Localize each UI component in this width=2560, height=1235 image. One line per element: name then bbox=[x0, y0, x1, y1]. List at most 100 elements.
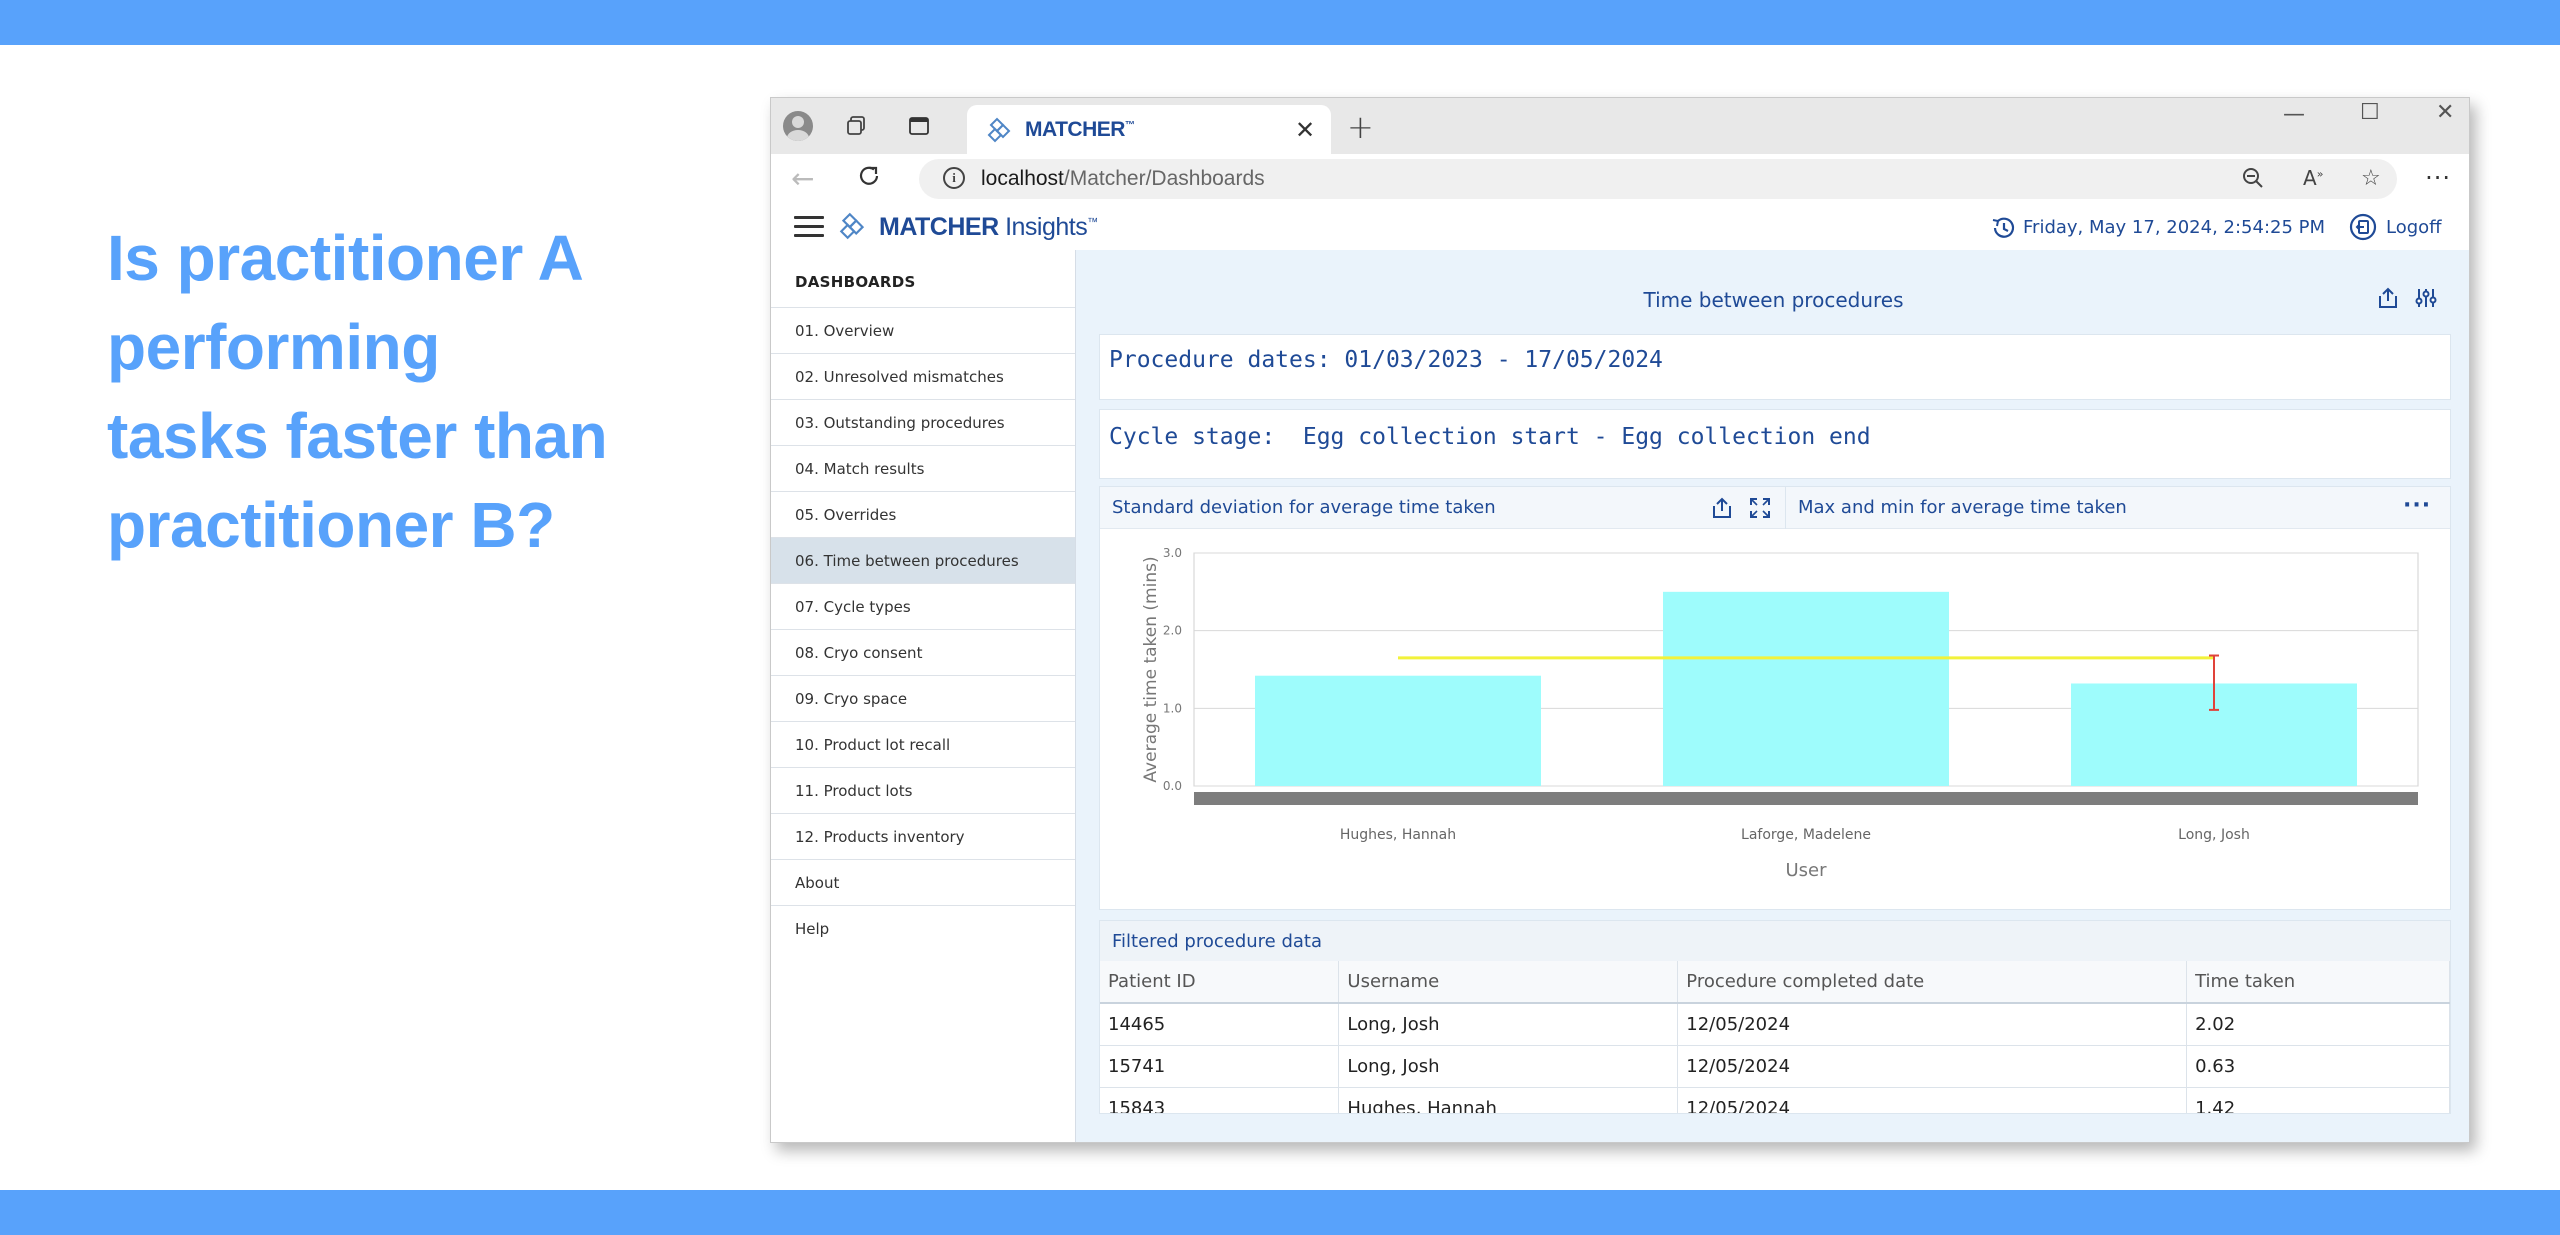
filtered-data-title: Filtered procedure data bbox=[1112, 931, 1322, 952]
cell-time-taken: 0.63 bbox=[2186, 1045, 2450, 1088]
sidebar-list: 01. Overview 02. Unresolved mismatches 0… bbox=[771, 307, 1075, 951]
address-bar-row: ← i localhost/Matcher/Dashboards A» ☆ ··… bbox=[771, 154, 2469, 204]
sidebar-item-cycle-types[interactable]: 07. Cycle types bbox=[771, 583, 1075, 629]
site-info-icon[interactable]: i bbox=[943, 167, 965, 189]
column-header-time-taken[interactable]: Time taken bbox=[2186, 961, 2450, 1004]
sidebar-item-product-lot-recall[interactable]: 10. Product lot recall bbox=[771, 721, 1075, 767]
table-row[interactable]: 14465 Long, Josh 12/05/2024 2.02 bbox=[1100, 1003, 2450, 1046]
sidebar-item-outstanding-procedures[interactable]: 03. Outstanding procedures bbox=[771, 399, 1075, 445]
cell-patient-id: 14465 bbox=[1100, 1003, 1340, 1046]
cell-patient-id: 15843 bbox=[1100, 1087, 1340, 1113]
sidebar-item-product-lots[interactable]: 11. Product lots bbox=[771, 767, 1075, 813]
x-tick-label: Hughes, Hannah bbox=[1340, 827, 1456, 843]
x-tick-label: Laforge, Madelene bbox=[1741, 827, 1871, 843]
cell-username: Long, Josh bbox=[1338, 1003, 1679, 1046]
procedure-dates-text: Procedure dates: 01/03/2023 - 17/05/2024 bbox=[1109, 347, 1663, 373]
bottom-color-band bbox=[0, 1190, 2560, 1235]
logoff-link[interactable]: Logoff bbox=[2386, 217, 2442, 238]
procedure-data-table: Patient ID Username Procedure completed … bbox=[1100, 961, 2450, 1113]
close-window-icon[interactable]: ✕ bbox=[2436, 100, 2454, 125]
app-brand: MATCHER Insights™ bbox=[879, 213, 1098, 241]
table-row[interactable]: 15843 Hughes, Hannah 12/05/2024 1.42 bbox=[1100, 1087, 2450, 1113]
sidebar-heading: DASHBOARDS bbox=[795, 273, 916, 291]
sidebar-item-help[interactable]: Help bbox=[771, 905, 1075, 951]
matcher-insights-logo-icon bbox=[839, 212, 865, 240]
headline-line: tasks faster than bbox=[107, 400, 608, 472]
browser-menu-icon[interactable]: ··· bbox=[2425, 164, 2451, 192]
logoff-icon[interactable] bbox=[2348, 212, 2378, 242]
dashboard-title: Time between procedures bbox=[1643, 288, 1904, 312]
chart-card: Standard deviation for average time take… bbox=[1099, 486, 2451, 910]
bar-chart: 0.0 1.0 2.0 3.0Average time taken (mins) Hug… bbox=[1141, 546, 2419, 881]
cycle-stage-text: Cycle stage: Egg collection start - Egg … bbox=[1109, 424, 1871, 450]
tab-bar: MATCHER™ ✕ + — ☐ ✕ bbox=[771, 98, 2469, 154]
y-tick-label: 2.0 bbox=[1163, 624, 1182, 638]
y-tick-label: 0.0 bbox=[1163, 779, 1182, 793]
new-tab-icon[interactable]: + bbox=[1347, 108, 1374, 146]
app-header: MATCHER Insights™ Friday, May 17, 2024, … bbox=[771, 204, 2469, 250]
workspaces-icon[interactable] bbox=[841, 110, 873, 142]
column-header-patient-id[interactable]: Patient ID bbox=[1100, 961, 1340, 1004]
headline-question: Is practitioner A performing tasks faste… bbox=[107, 214, 707, 570]
tab-title: MATCHER™ bbox=[1025, 118, 1135, 141]
cell-username: Hughes, Hannah bbox=[1338, 1087, 1679, 1113]
history-clock-icon bbox=[1992, 217, 2015, 238]
column-header-username[interactable]: Username bbox=[1338, 961, 1679, 1004]
browser-tab-matcher[interactable]: MATCHER™ ✕ bbox=[967, 105, 1331, 154]
bar bbox=[1663, 591, 1949, 786]
sidebar-item-about[interactable]: About bbox=[771, 859, 1075, 905]
x-tick-label: Long, Josh bbox=[2178, 827, 2250, 843]
chart-tabs: Standard deviation for average time take… bbox=[1100, 487, 2450, 529]
procedure-dates-card: Procedure dates: 01/03/2023 - 17/05/2024 bbox=[1099, 334, 2451, 400]
sidebar-item-time-between-procedures[interactable]: 06. Time between procedures bbox=[771, 537, 1075, 583]
zoom-out-icon[interactable] bbox=[2241, 166, 2265, 196]
dashboard-main: Time between procedures Procedure dates:… bbox=[1076, 250, 2469, 1142]
reload-icon[interactable] bbox=[855, 162, 883, 197]
filter-settings-icon[interactable] bbox=[2414, 286, 2438, 310]
y-tick-label: 1.0 bbox=[1163, 701, 1182, 715]
cell-username: Long, Josh bbox=[1338, 1045, 1679, 1088]
sidebar-item-unresolved-mismatches[interactable]: 02. Unresolved mismatches bbox=[771, 353, 1075, 399]
sidebar-item-match-results[interactable]: 04. Match results bbox=[771, 445, 1075, 491]
url-text[interactable]: localhost/Matcher/Dashboards bbox=[981, 167, 1265, 191]
table-row[interactable]: 15741 Long, Josh 12/05/2024 0.63 bbox=[1100, 1045, 2450, 1088]
matcher-logo-icon bbox=[987, 117, 1011, 143]
export-icon[interactable] bbox=[2376, 286, 2400, 310]
cell-procedure-date: 12/05/2024 bbox=[1677, 1045, 2188, 1088]
current-datetime: Friday, May 17, 2024, 2:54:25 PM bbox=[2023, 217, 2326, 238]
dashboards-sidebar: DASHBOARDS 01. Overview 02. Unresolved m… bbox=[771, 250, 1076, 1142]
sidebar-item-overview[interactable]: 01. Overview bbox=[771, 307, 1075, 353]
cell-procedure-date: 12/05/2024 bbox=[1677, 1003, 2188, 1046]
filtered-data-header: Filtered procedure data bbox=[1100, 921, 2450, 961]
bar bbox=[1255, 675, 1541, 786]
x-axis-label: User bbox=[1785, 860, 1827, 881]
top-color-band bbox=[0, 0, 2560, 45]
cell-procedure-date: 12/05/2024 bbox=[1677, 1087, 2188, 1113]
headline-line: performing bbox=[107, 311, 440, 383]
close-tab-icon[interactable]: ✕ bbox=[1295, 116, 1315, 144]
column-header-procedure-date[interactable]: Procedure completed date bbox=[1677, 961, 2188, 1004]
profile-avatar-icon[interactable] bbox=[783, 111, 813, 141]
headline-line: practitioner B? bbox=[107, 489, 555, 561]
read-aloud-icon[interactable]: A» bbox=[2303, 166, 2323, 190]
address-bar[interactable]: i localhost/Matcher/Dashboards A» ☆ bbox=[919, 159, 2397, 199]
sidebar-item-overrides[interactable]: 05. Overrides bbox=[771, 491, 1075, 537]
back-icon[interactable]: ← bbox=[791, 162, 814, 195]
sidebar-item-cryo-consent[interactable]: 08. Cryo consent bbox=[771, 629, 1075, 675]
chart-export-icon[interactable] bbox=[1710, 496, 1734, 520]
minimize-icon[interactable]: — bbox=[2283, 102, 2305, 127]
menu-hamburger-icon[interactable] bbox=[794, 216, 824, 238]
more-options-icon[interactable]: ··· bbox=[2403, 493, 2431, 518]
y-tick-label: 3.0 bbox=[1163, 546, 1182, 560]
vertical-tabs-icon[interactable] bbox=[903, 110, 935, 142]
sidebar-item-products-inventory[interactable]: 12. Products inventory bbox=[771, 813, 1075, 859]
favorite-star-icon[interactable]: ☆ bbox=[2361, 166, 2381, 191]
fullscreen-icon[interactable] bbox=[1748, 496, 1772, 520]
table-header-row: Patient ID Username Procedure completed … bbox=[1100, 961, 2450, 1004]
tab-standard-deviation[interactable]: Standard deviation for average time take… bbox=[1112, 497, 1496, 518]
maximize-icon[interactable]: ☐ bbox=[2360, 100, 2380, 125]
cycle-stage-card: Cycle stage: Egg collection start - Egg … bbox=[1099, 409, 2451, 479]
tab-max-min[interactable]: Max and min for average time taken bbox=[1798, 497, 2127, 518]
sidebar-item-cryo-space[interactable]: 09. Cryo space bbox=[771, 675, 1075, 721]
cell-time-taken: 1.42 bbox=[2186, 1087, 2450, 1113]
